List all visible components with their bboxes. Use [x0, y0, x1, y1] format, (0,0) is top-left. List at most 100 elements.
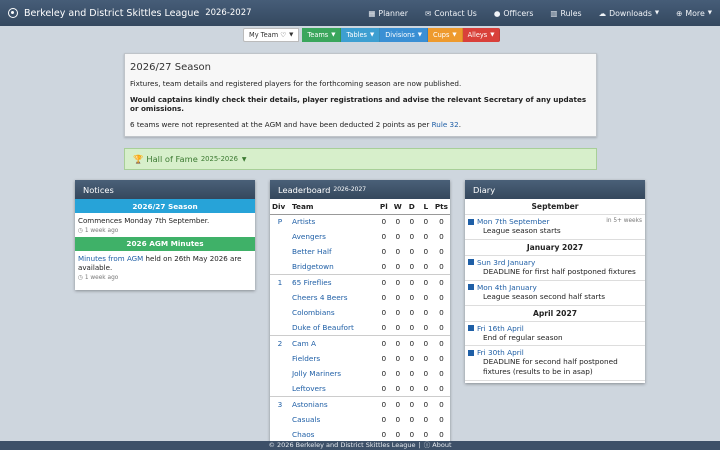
- table-row: 3 Astonians 0 0 0 0 0: [270, 395, 450, 412]
- table-row: Chaos 0 0 0 0 0: [270, 427, 450, 442]
- pts-cell: 0: [439, 293, 444, 303]
- team-link[interactable]: Cheers 4 Beers: [292, 293, 348, 302]
- w-cell: 0: [395, 293, 401, 303]
- team-link[interactable]: Artists: [292, 217, 315, 226]
- leaderboard-panel: Leaderboard 2026-2027 Div Team Pl W D L Pts P Ar…: [270, 180, 450, 442]
- diary-date-text: Fri 30th April: [477, 348, 524, 358]
- alleys-label: Alleys: [467, 31, 488, 39]
- d-cell: 0: [409, 308, 415, 318]
- nav-downloads[interactable]: ☁ Downloads ▼: [599, 9, 660, 18]
- pl-cell: 0: [381, 383, 387, 393]
- caret-down-icon: ▼: [241, 155, 247, 163]
- column-header: L: [418, 199, 433, 215]
- w-cell: 0: [395, 383, 401, 393]
- diary-header: Diary: [465, 180, 645, 199]
- divisions-dropdown[interactable]: Divisions ▼: [380, 28, 428, 42]
- table-row: Colombians 0 0 0 0 0: [270, 305, 450, 320]
- tables-dropdown[interactable]: Tables ▼: [341, 28, 381, 42]
- w-cell: 0: [390, 274, 405, 290]
- team-link[interactable]: Duke of Beaufort: [292, 323, 354, 332]
- d-cell: 0: [404, 274, 419, 290]
- diary-countdown: in 5+ weeks: [606, 218, 642, 224]
- team-cell: Avengers: [290, 229, 377, 244]
- pts-cell: 0: [439, 429, 444, 439]
- team-link[interactable]: 65 Fireflies: [292, 278, 332, 287]
- pts-cell: 0: [439, 353, 444, 363]
- pl-cell: 0: [381, 368, 387, 378]
- announcement-text-3: 6 teams were not represented at the AGM …: [130, 120, 591, 130]
- pts-cell: 0: [439, 217, 444, 227]
- diary-date[interactable]: Fri 30th April: [468, 348, 642, 357]
- table-row: P Artists 0 0 0 0 0: [270, 214, 450, 229]
- clock-icon: ◷: [78, 274, 85, 281]
- l-cell: 0: [423, 414, 429, 424]
- divisions-label: Divisions: [385, 31, 415, 39]
- team-link[interactable]: Leftovers: [292, 384, 326, 393]
- caret-down-icon: ▼: [369, 32, 375, 38]
- team-link[interactable]: Avengers: [292, 232, 326, 241]
- w-cell: 0: [395, 368, 401, 378]
- team-link[interactable]: Chaos: [292, 430, 314, 439]
- info-icon: ⓘ: [423, 441, 433, 449]
- pl-cell: 0: [376, 395, 391, 412]
- alleys-dropdown[interactable]: Alleys ▼: [462, 28, 501, 42]
- teams-dropdown[interactable]: Teams ▼: [302, 28, 342, 42]
- diary-entry: Mon 7th September in 5+ weeks League seaso…: [465, 215, 645, 240]
- team-link[interactable]: Jolly Mariners: [292, 369, 341, 378]
- nav-label: Planner: [378, 8, 408, 18]
- d-cell: 0: [409, 323, 415, 333]
- diary-date[interactable]: Sun 3rd January: [468, 258, 642, 267]
- pl-cell: 0: [381, 353, 387, 363]
- caret-down-icon: ▼: [490, 32, 495, 38]
- division-cell: [270, 411, 290, 426]
- announcement-text-3-end: .: [458, 120, 461, 130]
- team-link[interactable]: Cam A: [292, 339, 316, 348]
- leaderboard-table: Div Team Pl W D L Pts P Artists 0 0 0 0 0 Avengers 0 0 0…: [270, 199, 450, 442]
- brand[interactable]: Berkeley and District Skittles League 20…: [0, 8, 252, 19]
- team-link[interactable]: Fielders: [292, 354, 320, 363]
- pl-cell: 0: [381, 217, 387, 227]
- team-link[interactable]: Astonians: [292, 400, 328, 409]
- team-cell: Casuals: [290, 411, 377, 426]
- team-link[interactable]: Colombians: [292, 308, 335, 317]
- cups-dropdown[interactable]: Cups ▼: [428, 28, 463, 42]
- trophy-icon: 🏆: [133, 153, 144, 164]
- diary-entry: Fri 16th April End of regular season: [465, 322, 645, 347]
- l-cell: 0: [423, 293, 429, 303]
- pts-cell: 0: [432, 395, 450, 412]
- nav-links: ▦ Planner ✉ Contact Us ● Officers ▥ Rules ☁ Downl…: [351, 0, 712, 26]
- d-cell: 0: [409, 353, 415, 363]
- nav-label: Downloads: [609, 8, 652, 18]
- agm-minutes-link[interactable]: Minutes from AGM: [78, 254, 143, 263]
- nav-rules[interactable]: ▥ Rules: [550, 9, 581, 18]
- diary-date-text: Mon 7th September: [477, 217, 550, 226]
- pl-cell: 0: [381, 247, 387, 257]
- hall-of-fame-season: 2025-2026: [200, 155, 238, 163]
- caret-down-icon: ▼: [707, 10, 712, 16]
- nav-planner[interactable]: ▦ Planner: [368, 9, 408, 18]
- nav-contact-us[interactable]: ✉ Contact Us: [425, 9, 477, 18]
- l-cell: 0: [418, 274, 433, 290]
- plus-circle-icon: ⊕: [676, 8, 683, 18]
- diary-date[interactable]: Mon 4th January: [468, 283, 642, 292]
- team-link[interactable]: Better Half: [292, 247, 332, 256]
- caret-down-icon: ▼: [331, 32, 336, 38]
- nav-more[interactable]: ⊕ More ▼: [676, 9, 712, 18]
- team-cell: Chaos: [290, 427, 377, 442]
- announcement-text-3-body: 6 teams were not represented at the AGM …: [130, 120, 432, 130]
- my-team-dropdown[interactable]: My Team ♡ ▼: [243, 28, 300, 42]
- notice-time: 1 week ago: [84, 274, 119, 281]
- pts-cell: 0: [439, 247, 444, 257]
- about-link[interactable]: About: [432, 441, 451, 449]
- team-link[interactable]: Bridgetown: [292, 262, 334, 271]
- rule-32-link[interactable]: Rule 32: [432, 120, 459, 129]
- diary-date[interactable]: Fri 16th April: [468, 324, 642, 333]
- nav-officers[interactable]: ● Officers: [494, 9, 534, 18]
- w-cell: 0: [395, 232, 401, 242]
- user-icon: ●: [493, 8, 501, 18]
- skittle-logo-icon: [8, 8, 18, 18]
- diary-description: League season second half starts: [483, 291, 606, 301]
- hall-of-fame-toggle[interactable]: 🏆 Hall of Fame 2025-2026 ▼: [124, 148, 597, 170]
- team-link[interactable]: Casuals: [292, 415, 320, 424]
- l-cell: 0: [423, 383, 429, 393]
